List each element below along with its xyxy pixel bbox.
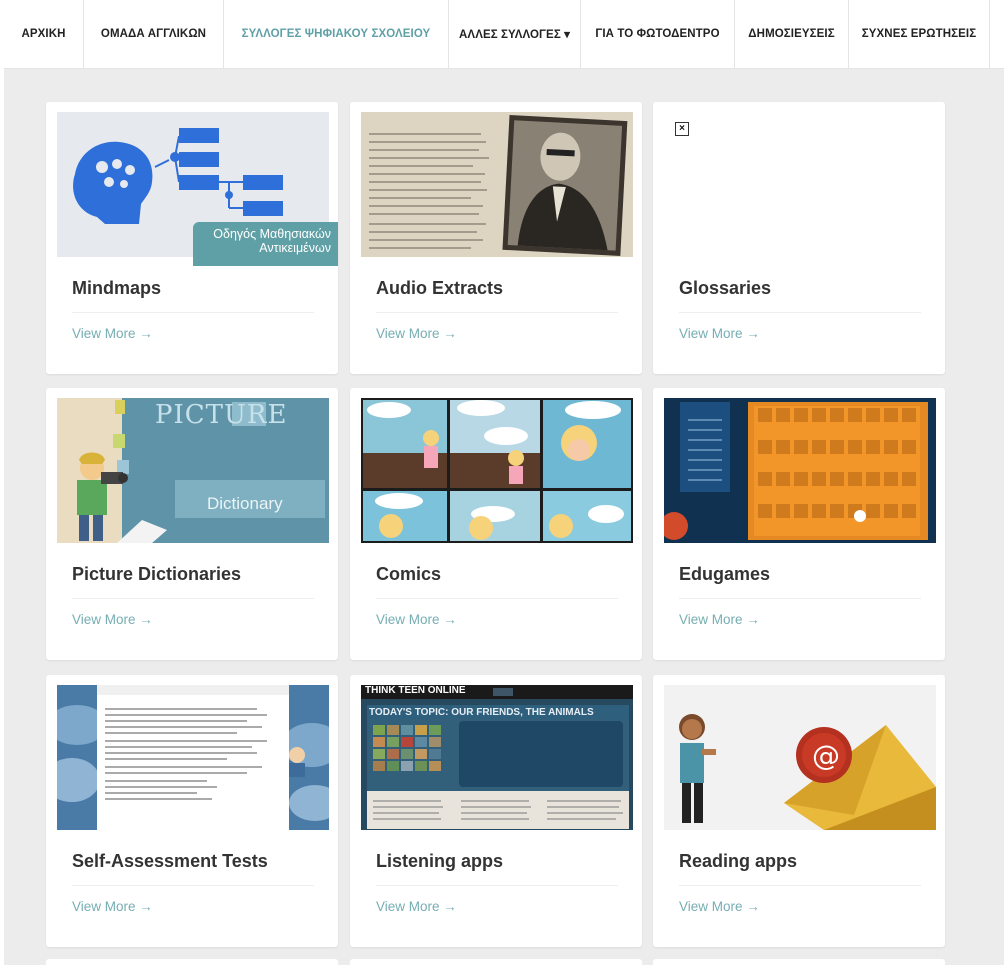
view-more-link[interactable]: View More →	[376, 326, 457, 341]
card-title[interactable]: Edugames	[679, 564, 770, 585]
card-title[interactable]: Listening apps	[376, 851, 503, 872]
card-audio-extracts[interactable]: Audio Extracts View More →	[350, 102, 642, 374]
divider	[376, 598, 618, 599]
nav-item-about-photodentro[interactable]: ΓΙΑ ΤΟ ΦΩΤΟΔΕΝΤΡΟ	[581, 0, 735, 68]
card-title[interactable]: Picture Dictionaries	[72, 564, 241, 585]
nav-item-faq[interactable]: ΣΥΧΝΕΣ ΕΡΩΤΗΣΕΙΣ	[849, 0, 990, 68]
card-title[interactable]: Comics	[376, 564, 441, 585]
reading-apps-thumbnail[interactable]: @	[664, 685, 936, 830]
nav-item-english-team[interactable]: ΟΜΑΔΑ ΑΓΓΛΙΚΩΝ	[84, 0, 224, 68]
nav-item-publications[interactable]: ΔΗΜΟΣΙΕΥΣΕΙΣ	[735, 0, 849, 68]
view-more-link[interactable]: View More →	[72, 326, 153, 341]
card-title[interactable]: Reading apps	[679, 851, 797, 872]
word-search-game-icon	[664, 398, 936, 543]
test-document-illustration-icon	[57, 685, 329, 830]
card-mindmaps[interactable]: Οδηγός Μαθησιακών Αντικειμένων Mindmaps …	[46, 102, 338, 374]
card-self-assessment-tests[interactable]: Self-Assessment Tests View More →	[46, 675, 338, 947]
nav-item-digital-school-collections[interactable]: ΣΥΛΛΟΓΕΣ ΨΗΦΙΑΚΟΥ ΣΧΟΛΕΙΟΥ	[224, 0, 449, 68]
divider	[376, 312, 618, 313]
thumb-site-name: THINK TEEN ONLINE	[365, 685, 466, 696]
broken-image-icon: ×	[675, 122, 689, 136]
card-picture-dictionaries[interactable]: PICTURE Dictionary Picture Dictionaries …	[46, 388, 338, 660]
comics-thumbnail[interactable]	[361, 398, 633, 543]
view-more-link[interactable]: View More →	[679, 899, 760, 914]
poem-photo-illustration-icon	[361, 112, 633, 257]
divider	[72, 598, 314, 599]
divider	[72, 312, 314, 313]
thumb-dictionary-label: Dictionary	[207, 494, 283, 513]
guide-overlay-badge[interactable]: Οδηγός Μαθησιακών Αντικειμένων	[193, 222, 338, 266]
view-more-link[interactable]: View More →	[679, 612, 760, 627]
self-assessment-thumbnail[interactable]	[57, 685, 329, 830]
picture-dictionaries-thumbnail[interactable]: PICTURE Dictionary	[57, 398, 329, 543]
thumb-topic-heading: TODAY'S TOPIC: OUR FRIENDS, THE ANIMALS	[369, 707, 594, 718]
divider	[376, 885, 618, 886]
divider	[72, 885, 314, 886]
card-partial	[46, 959, 338, 965]
divider	[679, 885, 921, 886]
nav-item-home[interactable]: ΑΡΧΙΚΗ	[4, 0, 84, 68]
at-symbol-icon: @	[812, 739, 840, 772]
card-comics[interactable]: Comics View More →	[350, 388, 642, 660]
view-more-link[interactable]: View More →	[72, 899, 153, 914]
email-reader-illustration-icon: @	[664, 685, 936, 830]
card-title[interactable]: Glossaries	[679, 278, 771, 299]
card-edugames[interactable]: Edugames View More →	[653, 388, 945, 660]
view-more-link[interactable]: View More →	[376, 899, 457, 914]
card-title[interactable]: Audio Extracts	[376, 278, 503, 299]
listening-apps-thumbnail[interactable]: THINK TEEN ONLINE TODAY'S TOPIC: OUR FRI…	[361, 685, 633, 830]
divider	[679, 598, 921, 599]
top-navigation: ΑΡΧΙΚΗ ΟΜΑΔΑ ΑΓΓΛΙΚΩΝ ΣΥΛΛΟΓΕΣ ΨΗΦΙΑΚΟΥ …	[4, 0, 1004, 69]
view-more-link[interactable]: View More →	[72, 612, 153, 627]
divider	[679, 312, 921, 313]
nav-item-other-collections[interactable]: ΑΛΛΕΣ ΣΥΛΛΟΓΕΣ ▾	[449, 0, 581, 68]
card-listening-apps[interactable]: THINK TEEN ONLINE TODAY'S TOPIC: OUR FRI…	[350, 675, 642, 947]
edugames-thumbnail[interactable]	[664, 398, 936, 543]
card-partial	[653, 959, 945, 965]
audio-extracts-thumbnail[interactable]	[361, 112, 633, 257]
card-reading-apps[interactable]: @ Reading apps View More →	[653, 675, 945, 947]
card-title[interactable]: Self-Assessment Tests	[72, 851, 268, 872]
collections-grid: Οδηγός Μαθησιακών Αντικειμένων Mindmaps …	[4, 69, 1004, 965]
card-partial	[350, 959, 642, 965]
view-more-link[interactable]: View More →	[376, 612, 457, 627]
view-more-link[interactable]: View More →	[679, 326, 760, 341]
thumb-picture-word: PICTURE	[155, 400, 288, 430]
card-title[interactable]: Mindmaps	[72, 278, 161, 299]
card-glossaries[interactable]: × Glossaries View More →	[653, 102, 945, 374]
comic-strip-illustration-icon	[361, 398, 633, 543]
